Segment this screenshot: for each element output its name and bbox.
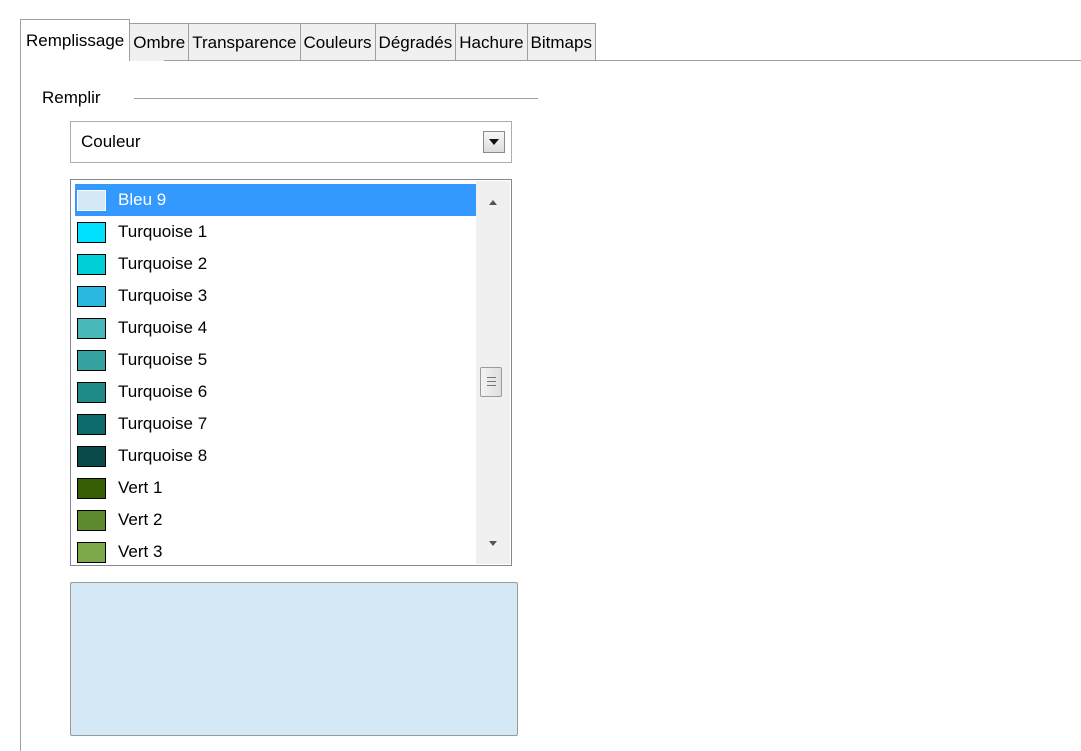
color-name: Turquoise 5 bbox=[118, 350, 208, 369]
list-item[interactable]: Vert 2 bbox=[75, 504, 476, 536]
tab-bitmaps[interactable]: Bitmaps bbox=[526, 23, 596, 61]
color-name: Bleu 9 bbox=[118, 190, 167, 209]
color-swatch bbox=[77, 221, 106, 243]
chevron-down-icon bbox=[489, 139, 499, 145]
list-item[interactable]: Vert 1 bbox=[75, 472, 476, 504]
list-item[interactable]: Turquoise 1 bbox=[75, 216, 476, 248]
list-item[interactable]: Turquoise 3 bbox=[75, 280, 476, 312]
scroll-thumb[interactable] bbox=[480, 367, 502, 397]
color-swatch bbox=[77, 445, 106, 467]
tab-hachure[interactable]: Hachure bbox=[455, 23, 528, 61]
color-name: Vert 3 bbox=[118, 542, 163, 561]
scroll-down-button[interactable] bbox=[476, 526, 510, 560]
fill-type-select[interactable]: Couleur bbox=[70, 121, 512, 163]
list-item[interactable]: Vert 3 bbox=[75, 536, 476, 565]
group-separator bbox=[134, 98, 538, 99]
list-item[interactable]: Bleu 9 bbox=[75, 184, 476, 216]
color-name: Turquoise 3 bbox=[118, 286, 208, 305]
color-name: Vert 1 bbox=[118, 478, 163, 497]
grip-line bbox=[487, 385, 496, 386]
grip-line bbox=[487, 381, 496, 382]
color-name: Turquoise 6 bbox=[118, 382, 208, 401]
tab-transparence[interactable]: Transparence bbox=[188, 23, 301, 61]
color-name: Turquoise 2 bbox=[118, 254, 208, 273]
panel-border-left bbox=[20, 60, 21, 751]
list-item[interactable]: Turquoise 2 bbox=[75, 248, 476, 280]
color-swatch bbox=[77, 541, 106, 563]
dropdown-button[interactable] bbox=[483, 131, 505, 153]
list-item[interactable]: Turquoise 6 bbox=[75, 376, 476, 408]
color-swatch bbox=[77, 285, 106, 307]
tab-remplissage[interactable]: Remplissage bbox=[20, 19, 131, 61]
color-list-items: Bleu 9 Turquoise 1 Turquoise 2 Turquoise 3 T… bbox=[75, 184, 476, 565]
color-swatch bbox=[77, 189, 106, 211]
color-swatch bbox=[77, 477, 106, 499]
arrow-up-icon bbox=[489, 199, 497, 205]
color-name: Vert 2 bbox=[118, 510, 163, 529]
color-swatch bbox=[77, 413, 106, 435]
tab-ombre[interactable]: Ombre bbox=[129, 23, 190, 61]
list-scrollbar[interactable] bbox=[476, 181, 510, 564]
fill-type-value: Couleur bbox=[81, 132, 141, 151]
color-swatch bbox=[77, 253, 106, 275]
color-name: Turquoise 7 bbox=[118, 414, 208, 433]
grip-line bbox=[487, 377, 496, 378]
color-name: Turquoise 8 bbox=[118, 446, 208, 465]
list-item[interactable]: Turquoise 4 bbox=[75, 312, 476, 344]
fill-group-label: Remplir bbox=[42, 88, 101, 107]
scroll-up-button[interactable] bbox=[476, 185, 510, 219]
tab-bar: Remplissage Ombre Transparence Couleurs … bbox=[20, 19, 596, 61]
panel-border-top bbox=[164, 60, 1081, 61]
color-swatch bbox=[77, 381, 106, 403]
tab-couleurs[interactable]: Couleurs bbox=[299, 23, 376, 61]
tab-degrades[interactable]: Dégradés bbox=[374, 23, 457, 61]
color-preview bbox=[70, 582, 518, 736]
arrow-down-icon bbox=[489, 540, 497, 546]
color-name: Turquoise 1 bbox=[118, 222, 208, 241]
color-swatch bbox=[77, 349, 106, 371]
color-list[interactable]: Bleu 9 Turquoise 1 Turquoise 2 Turquoise 3 T… bbox=[70, 179, 512, 566]
color-swatch bbox=[77, 317, 106, 339]
color-swatch bbox=[77, 509, 106, 531]
list-item[interactable]: Turquoise 5 bbox=[75, 344, 476, 376]
list-item[interactable]: Turquoise 7 bbox=[75, 408, 476, 440]
list-item[interactable]: Turquoise 8 bbox=[75, 440, 476, 472]
color-name: Turquoise 4 bbox=[118, 318, 208, 337]
